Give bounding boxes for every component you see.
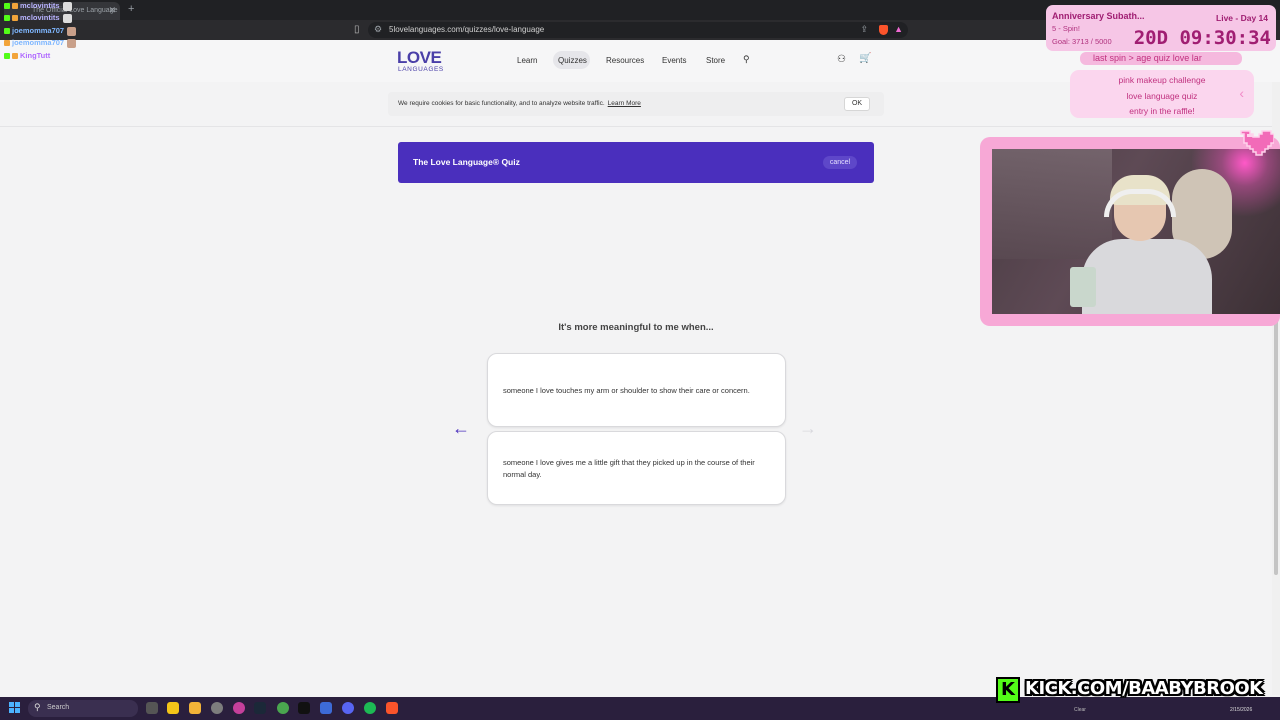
- announcement-line: entry in the raffle!: [1129, 106, 1195, 116]
- windows-start-icon[interactable]: [9, 702, 21, 714]
- nav-events[interactable]: Events: [662, 56, 686, 65]
- scrollbar-thumb[interactable]: [1274, 300, 1278, 575]
- answer-option-text: someone I love touches my arm or shoulde…: [503, 386, 750, 395]
- brave-lion-icon[interactable]: [879, 25, 888, 35]
- logo-word-love: LOVE: [397, 48, 442, 67]
- tiktok-icon[interactable]: [298, 702, 310, 714]
- emote-icon: [62, 1, 72, 11]
- weather-label[interactable]: Clear: [1074, 707, 1086, 713]
- emote-icon: [67, 26, 77, 36]
- kick-badge-icon: [4, 28, 10, 35]
- subathon-title: Anniversary Subath...: [1052, 11, 1145, 21]
- url-text[interactable]: 5lovelanguages.com/quizzes/love-language: [389, 25, 544, 34]
- tune-icon[interactable]: ⚙: [374, 24, 382, 35]
- stream-chat-overlay: mclovintits mclovintits joemomma707 joem…: [0, 0, 210, 74]
- answer-option-2[interactable]: someone I love gives me a little gift th…: [487, 431, 786, 505]
- sub-badge-icon: [4, 40, 10, 47]
- cookie-ok-button[interactable]: OK: [844, 97, 870, 111]
- kick-badge-icon: [4, 3, 10, 10]
- nav-store[interactable]: Store: [706, 56, 725, 65]
- nav-resources[interactable]: Resources: [606, 56, 644, 65]
- spotify-icon[interactable]: [364, 702, 376, 714]
- cookie-banner: We require cookies for basic functionali…: [388, 92, 884, 116]
- kick-badge-icon: [4, 15, 10, 22]
- announcement-line: pink makeup challenge: [1118, 75, 1206, 85]
- header-divider: [0, 126, 1280, 127]
- ticker-text: last spin > age quiz love lar: [1093, 53, 1202, 63]
- file-explorer-icon[interactable]: [189, 702, 201, 714]
- chat-username: joemomma707: [12, 38, 65, 47]
- discord-icon[interactable]: [342, 702, 354, 714]
- webcam-frame: [980, 137, 1280, 326]
- chat-line: joemomma707: [4, 38, 77, 48]
- kick-channel-url: KICK.COM/BAABYBROOK: [1025, 678, 1263, 699]
- cookie-text: We require cookies for basic functionali…: [398, 100, 641, 107]
- kick-badge-icon: [4, 53, 10, 60]
- cookie-message: We require cookies for basic functionali…: [398, 100, 605, 107]
- emote-icon: [62, 13, 72, 23]
- sub-badge-icon: [12, 15, 18, 22]
- subathon-goal-widget: Anniversary Subath... Live - Day 14 5 - …: [1046, 5, 1276, 51]
- streamer-body: [1082, 239, 1212, 314]
- spin-label: 5 - Spin!: [1052, 24, 1080, 33]
- previous-question-arrow-icon[interactable]: ←: [452, 418, 470, 439]
- chat-line: KingTutt: [4, 51, 50, 60]
- emote-icon: [67, 38, 77, 48]
- nav-quizzes[interactable]: Quizzes: [558, 56, 587, 65]
- announcement-line: love language quiz: [1126, 91, 1198, 101]
- announcement-panel: pink makeup challenge love language quiz…: [1070, 70, 1254, 118]
- app-icon[interactable]: [320, 702, 332, 714]
- triangle-icon[interactable]: ▲: [894, 24, 903, 34]
- next-question-arrow-icon[interactable]: →: [799, 418, 817, 439]
- live-day-label: Live - Day 14: [1216, 13, 1268, 23]
- bookmark-icon[interactable]: ▯: [354, 24, 360, 35]
- quiz-title: The Love Language® Quiz: [413, 157, 520, 167]
- quiz-header-banner: The Love Language® Quiz cancel: [398, 142, 874, 183]
- obs-icon[interactable]: [211, 702, 223, 714]
- chat-username: KingTutt: [20, 51, 51, 60]
- sticky-notes-icon[interactable]: [167, 702, 179, 714]
- sub-badge-icon: [12, 53, 18, 60]
- nav-learn[interactable]: Learn: [517, 56, 537, 65]
- cart-icon[interactable]: 🛒: [859, 53, 871, 64]
- sub-badge-icon: [12, 3, 18, 10]
- kick-logo-icon: K: [996, 677, 1020, 703]
- taskbar-search[interactable]: ⚲ Search: [28, 700, 138, 717]
- taskbar-search-label: Search: [47, 704, 70, 711]
- chat-line: joemomma707: [4, 26, 77, 36]
- tray-date[interactable]: 2/15/2026: [1230, 707, 1252, 713]
- webcam-video: [992, 149, 1280, 314]
- quiz-question: It's more meaningful to me when...: [558, 322, 714, 333]
- tumbler-cup: [1070, 267, 1096, 307]
- chat-line: mclovintits: [4, 1, 72, 11]
- brave-browser-icon[interactable]: [386, 702, 398, 714]
- chat-username: mclovintits: [20, 13, 60, 22]
- subathon-timer: 20D 09:30:34: [1133, 27, 1271, 49]
- love-languages-logo[interactable]: LOVE LANGUAGES: [397, 49, 443, 75]
- kick-channel-banner: K KICK.COM/BAABYBROOK: [996, 677, 1266, 703]
- logo-word-languages: LANGUAGES: [398, 66, 444, 73]
- chat-line: mclovintits: [4, 13, 72, 23]
- xbox-icon[interactable]: [277, 702, 289, 714]
- search-icon: ⚲: [34, 702, 41, 712]
- chat-username: joemomma707: [12, 26, 65, 35]
- task-view-icon[interactable]: [146, 702, 158, 714]
- search-icon[interactable]: ⚲: [743, 54, 750, 65]
- app-icon[interactable]: [233, 702, 245, 714]
- answer-option-1[interactable]: someone I love touches my arm or shoulde…: [487, 353, 786, 427]
- chat-username: mclovintits: [20, 1, 60, 10]
- steam-icon[interactable]: [254, 702, 266, 714]
- chevron-left-icon: ‹: [1239, 85, 1244, 101]
- share-icon[interactable]: ⇪: [860, 24, 868, 35]
- goal-progress-text: Goal: 3713 / 5000: [1052, 37, 1112, 46]
- answer-option-text: someone I love gives me a little gift th…: [503, 458, 755, 479]
- spin-ticker: last spin > age quiz love lar: [1080, 52, 1242, 65]
- webcam-window-light: [992, 149, 1112, 259]
- address-bar[interactable]: ⚙ 5lovelanguages.com/quizzes/love-langua…: [368, 22, 908, 38]
- cookie-learn-more-link[interactable]: Learn More: [608, 100, 641, 107]
- quiz-cancel-button[interactable]: cancel: [823, 156, 857, 169]
- account-icon[interactable]: ⚇: [837, 54, 846, 65]
- pixel-heart-icon: [1240, 130, 1274, 156]
